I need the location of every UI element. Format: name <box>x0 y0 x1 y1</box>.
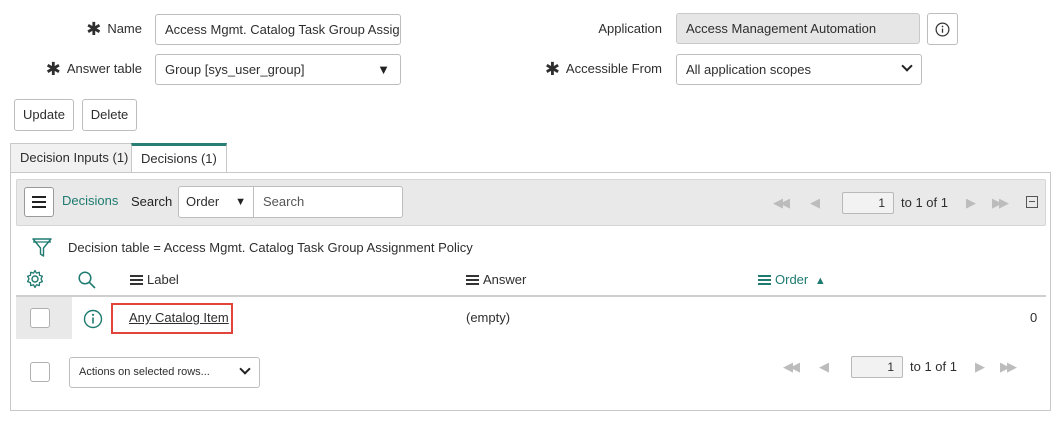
update-button[interactable]: Update <box>14 99 74 131</box>
column-header-label[interactable]: Label <box>130 270 179 290</box>
info-icon <box>935 22 950 37</box>
filter-breadcrumb[interactable]: Decision table = Access Mgmt. Catalog Ta… <box>68 240 473 255</box>
required-icon: ✱ <box>544 59 560 79</box>
row-checkbox[interactable] <box>30 308 50 328</box>
answer-table-select[interactable]: Group [sys_user_group] ▼ <box>155 54 401 85</box>
sort-ascending-icon: ▲ <box>814 275 826 287</box>
page-number-input[interactable]: 1 <box>842 192 894 214</box>
required-icon: ✱ <box>45 59 61 79</box>
previous-page-icon[interactable]: ◀ <box>810 195 820 211</box>
header-divider <box>16 295 1046 297</box>
bottom-page-number-input[interactable]: 1 <box>851 356 903 378</box>
tab-decision-inputs[interactable]: Decision Inputs (1) <box>10 143 139 173</box>
column-header-order[interactable]: Order ▲ <box>758 270 826 290</box>
filter-icon[interactable] <box>31 236 53 258</box>
row-answer: (empty) <box>466 310 511 325</box>
row-label-link[interactable]: Any Catalog Item <box>129 310 229 325</box>
info-icon[interactable] <box>83 309 103 329</box>
last-page-icon[interactable]: ▶▶ <box>992 195 1009 211</box>
chevron-down-icon <box>901 60 913 72</box>
accessible-from-label: ✱ Accessible From <box>544 59 662 79</box>
search-icon[interactable] <box>77 270 97 290</box>
bottom-page-range-text: to 1 of 1 <box>910 359 957 374</box>
page-range-text: to 1 of 1 <box>901 195 948 210</box>
first-page-icon[interactable]: ◀◀ <box>773 195 790 211</box>
application-label: Application <box>598 21 662 36</box>
name-label: ✱ Name <box>86 19 142 39</box>
search-input[interactable]: Search <box>253 186 403 218</box>
delete-button[interactable]: Delete <box>82 99 137 131</box>
answer-table-label: ✱ Answer table <box>45 59 142 79</box>
hamburger-icon <box>32 196 46 208</box>
application-field: Access Management Automation <box>676 13 920 44</box>
column-menu-icon[interactable] <box>758 275 771 285</box>
accessible-from-select[interactable]: All application scopes <box>676 54 922 85</box>
dropdown-arrow-icon: ▼ <box>377 62 390 77</box>
column-header-answer[interactable]: Answer <box>466 270 526 290</box>
next-page-icon[interactable]: ▶ <box>975 359 985 375</box>
required-icon: ✱ <box>86 19 102 39</box>
search-label: Search <box>131 194 173 209</box>
next-page-icon[interactable]: ▶ <box>966 195 976 211</box>
row-order: 0 <box>1030 310 1038 325</box>
gear-icon[interactable] <box>25 269 45 289</box>
application-info-button[interactable] <box>927 13 958 45</box>
dropdown-arrow-icon: ▼ <box>235 196 246 208</box>
tab-decisions[interactable]: Decisions (1) <box>131 143 227 173</box>
list-menu-button[interactable] <box>24 187 54 217</box>
list-title[interactable]: Decisions <box>62 193 118 208</box>
column-menu-icon[interactable] <box>466 275 479 285</box>
chevron-down-icon <box>239 363 251 375</box>
first-page-icon[interactable]: ◀◀ <box>783 359 800 375</box>
last-page-icon[interactable]: ▶▶ <box>1000 359 1017 375</box>
actions-select[interactable]: Actions on selected rows... <box>69 357 260 388</box>
search-field-select[interactable]: Order ▼ <box>178 186 254 218</box>
previous-page-icon[interactable]: ◀ <box>819 359 829 375</box>
name-field[interactable]: Access Mgmt. Catalog Task Group Assignm <box>155 14 401 45</box>
collapse-icon[interactable] <box>1026 196 1038 208</box>
column-menu-icon[interactable] <box>130 275 143 285</box>
select-all-checkbox[interactable] <box>30 362 50 382</box>
